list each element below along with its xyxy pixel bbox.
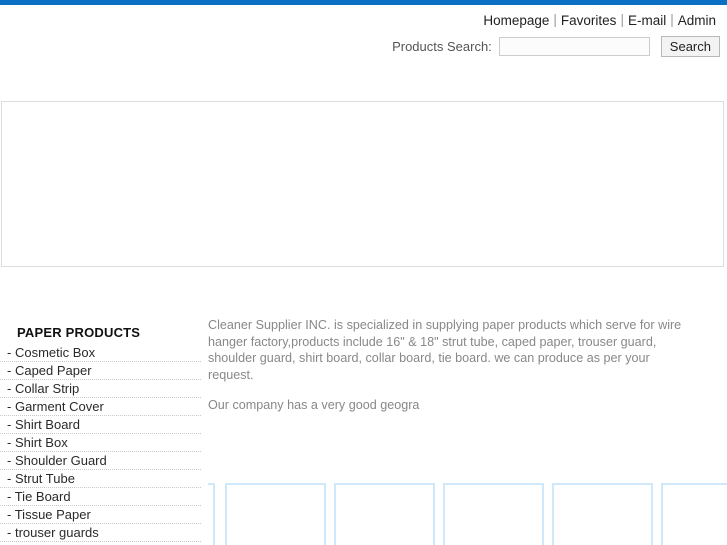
product-thumb-4[interactable] — [552, 483, 653, 545]
sidebar-item-trouser-guards[interactable]: - trouser guards — [0, 524, 201, 542]
sidebar-heading: PAPER PRODUCTS — [17, 325, 141, 340]
sidebar-item-label: Tissue Paper — [14, 507, 91, 522]
list-bullet: - — [7, 453, 15, 468]
nav-link-email[interactable]: E-mail — [624, 13, 670, 28]
products-search-form: Products Search: Search — [392, 34, 720, 58]
product-thumb-1[interactable] — [225, 483, 326, 545]
sidebar-item-label: Shirt Board — [14, 417, 80, 432]
sidebar: PAPER PRODUCTS - Cosmetic Box - Caped Pap… — [0, 272, 201, 542]
sidebar-item-label: trouser guards — [14, 525, 99, 540]
sidebar-item-label: Shirt Box — [14, 435, 68, 450]
sidebar-item-shoulder-guard[interactable]: - Shoulder Guard — [0, 452, 201, 470]
sidebar-item-shirt-box[interactable]: - Shirt Box — [0, 434, 201, 452]
search-button[interactable]: Search — [660, 35, 720, 57]
products-search-label: Products Search: — [392, 38, 492, 54]
intro-paragraph-2: Our company has a very good geogra — [208, 398, 420, 412]
list-bullet: - — [7, 435, 15, 450]
page-content: PAPER PRODUCTS - Cosmetic Box - Caped Pap… — [0, 272, 727, 545]
list-bullet: - — [7, 381, 15, 396]
sidebar-item-label: Collar Strip — [14, 381, 80, 396]
sidebar-item-label: Cosmetic Box — [14, 345, 96, 360]
sidebar-item-label: Strut Tube — [14, 471, 75, 486]
nav-link-homepage[interactable]: Homepage — [479, 13, 553, 28]
sidebar-category-list: - Cosmetic Box - Caped Paper - Collar Stri… — [0, 344, 201, 542]
search-input[interactable] — [498, 36, 650, 56]
product-thumb-0[interactable] — [208, 483, 215, 545]
sidebar-item-caped-paper[interactable]: - Caped Paper — [0, 362, 201, 380]
intro-paragraph-1: Cleaner Supplier INC. is specialized in … — [208, 318, 682, 382]
list-bullet: - — [7, 489, 15, 504]
product-thumb-2[interactable] — [334, 483, 435, 545]
sidebar-item-tissue-paper[interactable]: - Tissue Paper — [0, 506, 201, 524]
sidebar-item-label: Shoulder Guard — [14, 453, 107, 468]
nav-link-admin[interactable]: Admin — [674, 13, 720, 28]
list-bullet: - — [7, 345, 15, 360]
nav-link-favorites[interactable]: Favorites — [557, 13, 621, 28]
list-bullet: - — [7, 471, 15, 486]
list-bullet: - — [7, 363, 15, 378]
sidebar-item-label: Tie Board — [14, 489, 71, 504]
sidebar-item-collar-strip[interactable]: - Collar Strip — [0, 380, 201, 398]
top-nav: Homepage | Favorites | E-mail | Admin — [479, 10, 720, 30]
sidebar-item-strut-tube[interactable]: - Strut Tube — [0, 470, 201, 488]
sidebar-item-shirt-board[interactable]: - Shirt Board — [0, 416, 201, 434]
banner-placeholder — [1, 101, 724, 267]
site-header: Homepage | Favorites | E-mail | Admin Pr… — [0, 5, 727, 95]
product-thumb-3[interactable] — [443, 483, 544, 545]
list-bullet: - — [7, 417, 15, 432]
sidebar-item-cosmetic-box[interactable]: - Cosmetic Box — [0, 344, 201, 362]
sidebar-item-tie-board[interactable]: - Tie Board — [0, 488, 201, 506]
sidebar-item-label: Garment Cover — [14, 399, 104, 414]
main-column: Cleaner Supplier INC. is specialized in … — [208, 272, 727, 545]
product-thumb-5[interactable] — [661, 483, 727, 545]
list-bullet: - — [7, 525, 15, 540]
product-thumbnail-row — [208, 483, 727, 545]
list-bullet: - — [7, 507, 15, 522]
list-bullet: - — [7, 399, 15, 414]
sidebar-item-label: Caped Paper — [14, 363, 92, 378]
sidebar-item-garment-cover[interactable]: - Garment Cover — [0, 398, 201, 416]
